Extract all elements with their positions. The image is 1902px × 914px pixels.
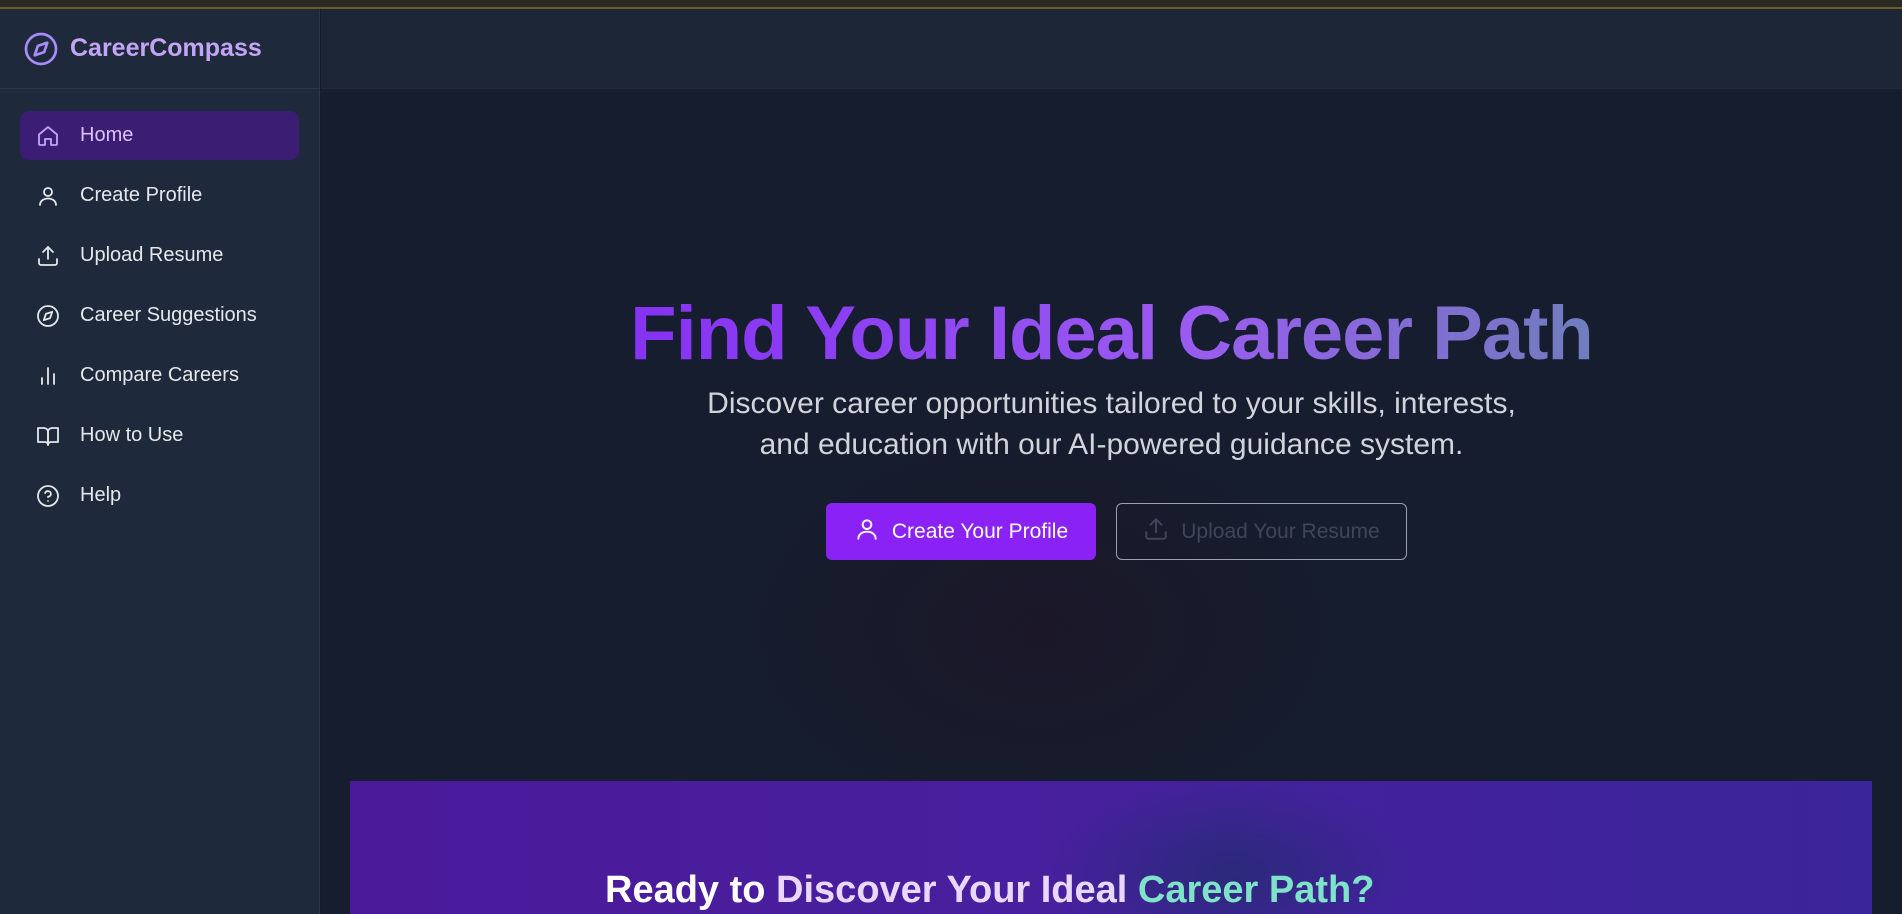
sidebar: CareerCompass Home Create Profile Upload… xyxy=(0,9,320,914)
home-icon xyxy=(34,122,62,150)
cta-title-part-2: Discover Your Ideal xyxy=(776,869,1138,911)
cta-title-part-1: Ready to xyxy=(605,869,777,911)
sidebar-item-upload-resume[interactable]: Upload Resume xyxy=(20,231,299,280)
create-profile-button[interactable]: Create Your Profile xyxy=(826,503,1096,560)
sidebar-item-home[interactable]: Home xyxy=(20,111,299,160)
sidebar-item-label: How to Use xyxy=(80,424,184,446)
compass-icon xyxy=(34,302,62,330)
sidebar-item-label: Career Suggestions xyxy=(80,304,257,326)
upload-icon xyxy=(1143,516,1169,548)
compass-logo-icon xyxy=(22,30,60,68)
create-profile-button-label: Create Your Profile xyxy=(891,519,1069,543)
hero-section: Find Your Ideal Career Path Discover car… xyxy=(321,89,1902,789)
sidebar-item-label: Home xyxy=(80,124,134,146)
sidebar-item-compare-careers[interactable]: Compare Careers xyxy=(20,351,299,400)
app-name: CareerCompass xyxy=(70,34,262,62)
book-icon xyxy=(34,422,62,450)
help-circle-icon xyxy=(34,482,62,510)
sidebar-nav: Home Create Profile Upload Resume Career… xyxy=(0,89,319,520)
hero-title: Find Your Ideal Career Path xyxy=(321,289,1902,379)
sidebar-item-how-to-use[interactable]: How to Use xyxy=(20,411,299,460)
sidebar-item-label: Create Profile xyxy=(80,184,203,206)
main-content: Find Your Ideal Career Path Discover car… xyxy=(321,9,1902,914)
hero-subtitle: Discover career opportunities tailored t… xyxy=(321,383,1902,465)
upload-icon xyxy=(34,242,62,270)
sidebar-item-label: Help xyxy=(80,484,122,506)
hero-subtitle-line-1: Discover career opportunities tailored t… xyxy=(707,387,1516,420)
top-bar xyxy=(321,9,1902,89)
cta-title: Ready to Discover Your Ideal Career Path… xyxy=(605,869,1374,912)
user-icon xyxy=(34,182,62,210)
window-top-strip xyxy=(0,0,1902,9)
bar-chart-icon xyxy=(34,362,62,390)
sidebar-item-help[interactable]: Help xyxy=(20,471,299,520)
hero-subtitle-line-2: and education with our AI-powered guidan… xyxy=(759,428,1464,461)
brand[interactable]: CareerCompass xyxy=(0,9,319,89)
sidebar-item-create-profile[interactable]: Create Profile xyxy=(20,171,299,220)
sidebar-item-career-suggestions[interactable]: Career Suggestions xyxy=(20,291,299,340)
cta-title-part-3: Career Path? xyxy=(1137,869,1375,911)
upload-resume-button-label: Upload Your Resume xyxy=(1181,519,1380,543)
user-icon xyxy=(854,516,880,548)
cta-banner: Ready to Discover Your Ideal Career Path… xyxy=(350,781,1872,914)
sidebar-item-label: Upload Resume xyxy=(80,244,224,266)
sidebar-item-label: Compare Careers xyxy=(80,364,239,386)
hero-buttons: Create Your Profile Upload Your Resume xyxy=(321,503,1902,560)
upload-resume-button[interactable]: Upload Your Resume xyxy=(1116,503,1407,560)
